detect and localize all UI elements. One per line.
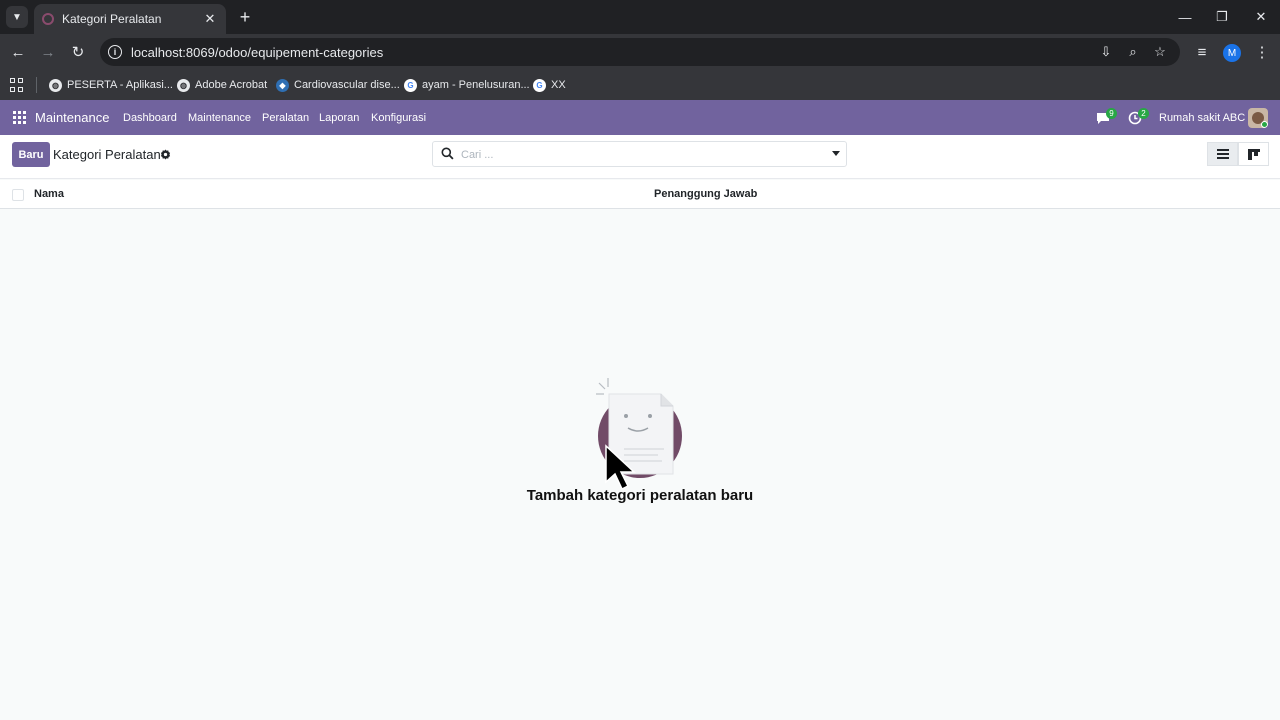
back-icon[interactable]: ← [6,40,30,64]
company-switcher[interactable]: Rumah sakit ABC [1159,112,1245,124]
url-text[interactable]: localhost:8069/odoo/equipement-categorie… [131,45,383,60]
online-status-icon [1261,121,1268,128]
forward-icon[interactable]: → [36,40,60,64]
user-avatar[interactable] [1248,108,1268,128]
globe-icon: ◍ [177,78,190,92]
column-header-penanggung-jawab[interactable]: Penanggung Jawab [654,188,757,200]
odoo-favicon-icon [42,13,54,25]
browser-menu-icon[interactable]: ⋮ [1250,40,1274,64]
search-input[interactable] [461,146,821,164]
bookmark-item[interactable]: ◆ Cardiovascular dise... [276,76,400,94]
search-options-caret-icon[interactable] [832,151,840,156]
address-bar[interactable]: i localhost:8069/odoo/equipement-categor… [100,38,1180,66]
google-icon: G [404,78,417,92]
profile-avatar[interactable]: M [1223,44,1241,62]
empty-state-title: Tambah kategori peralatan baru [526,487,754,504]
bookmark-label: XX [551,79,566,91]
list-header: Nama Penanggung Jawab [0,180,1280,209]
browser-tab-active[interactable]: Kategori Peralatan ✕ [34,4,226,34]
new-tab-button[interactable]: + [234,6,256,28]
app-navbar: Maintenance Dashboard Maintenance Perala… [0,100,1280,135]
menu-dashboard[interactable]: Dashboard [123,112,177,124]
search-bar[interactable] [432,141,847,167]
menu-peralatan[interactable]: Peralatan [262,112,309,124]
bookmark-label: Cardiovascular dise... [294,79,400,91]
search-icon [441,147,455,161]
control-panel: Baru Kategori Peralatan [0,135,1280,179]
reload-icon[interactable]: ↻ [66,40,90,64]
bookmark-label: PESERTA - Aplikasi... [67,79,173,91]
site-info-icon[interactable]: i [108,45,122,59]
site-icon: ◆ [276,78,289,92]
browser-tabstrip: ▼ Kategori Peralatan ✕ + — ❐ ✕ [0,0,1280,34]
restore-icon[interactable]: ❐ [1203,0,1241,34]
bookmark-item[interactable]: G XX [533,76,566,94]
google-icon: G [533,78,546,92]
bookmark-item[interactable]: ◍ PESERTA - Aplikasi... [49,76,173,94]
new-button[interactable]: Baru [12,142,50,167]
apps-grid-icon[interactable] [10,78,24,92]
bookmark-label: ayam - Penelusuran... [422,79,530,91]
bookmarks-bar: ◍ PESERTA - Aplikasi... ◍ Adobe Acrobat … [0,70,1280,100]
window-close-icon[interactable]: ✕ [1242,0,1280,34]
bookmark-star-icon[interactable]: ☆ [1150,42,1170,62]
app-name[interactable]: Maintenance [35,110,109,125]
tab-title: Kategori Peralatan [62,12,162,26]
kanban-view-button[interactable] [1238,142,1269,166]
gear-icon[interactable] [159,148,171,160]
tab-search-button[interactable]: ▼ [6,6,28,28]
minimize-icon[interactable]: — [1166,0,1204,34]
activities-badge: 2 [1138,108,1149,119]
messages-badge: 9 [1106,108,1117,119]
home-menu-icon[interactable] [13,111,26,124]
list-view-button[interactable] [1207,142,1238,166]
kanban-view-icon [1247,148,1260,160]
list-view-icon [1216,149,1229,159]
menu-maintenance[interactable]: Maintenance [188,112,251,124]
breadcrumb: Kategori Peralatan [53,147,161,162]
install-app-icon[interactable]: ⇩ [1096,42,1116,62]
select-all-checkbox[interactable] [12,189,24,201]
column-header-nama[interactable]: Nama [34,188,64,200]
browser-toolbar: ← → ↻ i localhost:8069/odoo/equipement-c… [0,34,1280,70]
menu-konfigurasi[interactable]: Konfigurasi [371,112,426,124]
bookmark-label: Adobe Acrobat [195,79,268,91]
globe-icon: ◍ [49,78,62,92]
menu-laporan[interactable]: Laporan [319,112,359,124]
tab-close-icon[interactable]: ✕ [202,11,218,27]
zoom-icon[interactable]: ⌕ [1123,42,1143,62]
mouse-cursor-icon [605,444,636,491]
bookmarks-divider [36,77,37,93]
bookmark-item[interactable]: G ayam - Penelusuran... [404,76,530,94]
bookmark-item[interactable]: ◍ Adobe Acrobat [177,76,267,94]
media-controls-icon[interactable]: ≡ [1190,40,1214,64]
